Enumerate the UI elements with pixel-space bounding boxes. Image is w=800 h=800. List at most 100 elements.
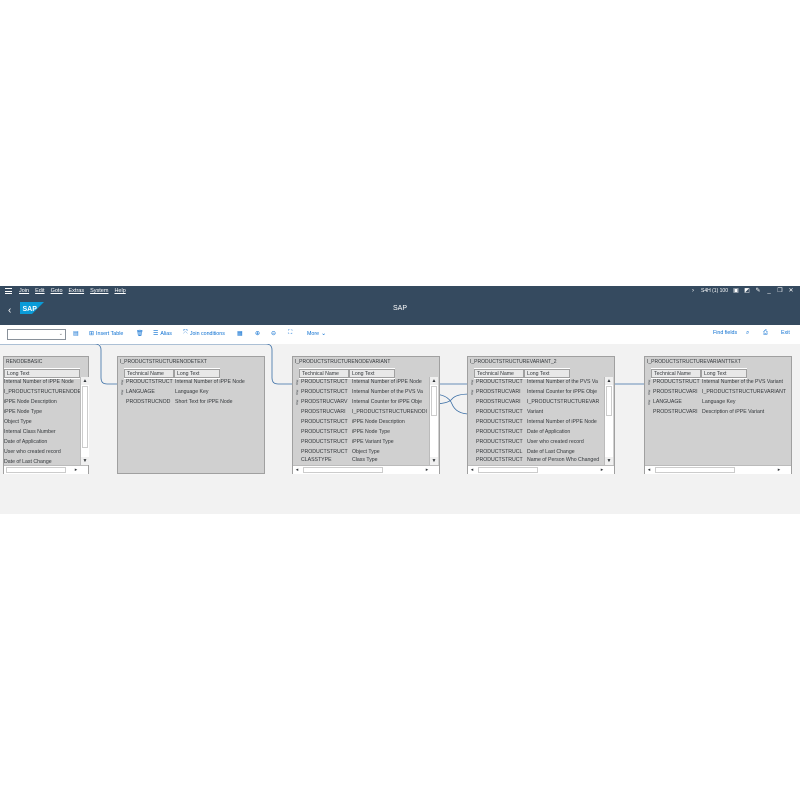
table-row[interactable]: PRODUCTSTRUCT User who created record (468, 437, 604, 447)
scroll-left-icon[interactable]: ◂ (645, 466, 653, 474)
vertical-scrollbar[interactable]: ▲ ▼ (429, 377, 438, 465)
table-row[interactable]: PRODSTRUCVARI Description of iPPE Variant (645, 407, 791, 417)
table-row[interactable]: Internal Class Number (4, 427, 80, 437)
table-box-nodebasic[interactable]: RENODEBASIC Long Text Internal Number of… (3, 356, 89, 474)
alias-button[interactable]: ☰ Alias (153, 330, 172, 338)
table-row[interactable]: PRODUCTSTRUCT iPPE Variant Type (293, 437, 429, 447)
maximize-icon[interactable]: ❐ (777, 288, 783, 294)
menu-help[interactable]: Help (114, 288, 125, 294)
horizontal-scrollbar[interactable]: ◂ ▸ (468, 465, 614, 474)
scroll-right-icon[interactable]: ▸ (598, 466, 606, 474)
insert-table-button[interactable]: ⊞ Insert Table (89, 330, 123, 338)
fit-button[interactable]: ⛶ (288, 330, 292, 337)
close-icon[interactable]: ✕ (788, 288, 794, 294)
table-row[interactable]: Internal Number of iPPE Node (4, 377, 80, 387)
find-fields-button[interactable]: Find fields (713, 330, 737, 336)
scroll-up-icon[interactable]: ▲ (605, 377, 613, 385)
table-row[interactable]: User who created record (4, 447, 80, 457)
table-row[interactable]: ⚷ PRODSTRUCVARI I_PRODUCTSTRUCTUREVARIANT (645, 387, 791, 397)
table-row[interactable]: ⚷ PRODSTRUCVARI Internal Counter for iPPE … (468, 387, 604, 397)
table-row[interactable]: I_PRODUCTSTRUCTURENODE (4, 387, 80, 397)
scroll-up-icon[interactable]: ▲ (430, 377, 438, 385)
vertical-scrollbar[interactable]: ▲ ▼ (604, 377, 613, 465)
scroll-down-icon[interactable]: ▼ (81, 457, 89, 465)
edit-icon[interactable]: ✎ (755, 288, 761, 294)
table-row[interactable]: PRODUCTSTRUCT Date of Application (468, 427, 604, 437)
table-row[interactable]: PRODUCTSTRUCT iPPE Node Type (293, 427, 429, 437)
horizontal-scrollbar[interactable]: ▸ (4, 465, 88, 474)
menu-system[interactable]: System (90, 288, 108, 294)
table-row[interactable]: ⚷ PRODUCTSTRUCT Internal Number of iPPE No… (293, 377, 429, 387)
scroll-thumb[interactable] (655, 467, 735, 473)
table-row[interactable]: ⚷ PRODUCTSTRUCT Internal Number of the PVS… (645, 377, 791, 387)
table-row[interactable]: PRODUCTSTRUCT Variant (468, 407, 604, 417)
delete-button[interactable]: 🗑 (136, 330, 144, 337)
customize-icon[interactable]: ◩ (744, 288, 750, 294)
table-row[interactable]: Date of Application (4, 437, 80, 447)
scroll-left-icon[interactable]: ◂ (293, 466, 301, 474)
layout-button[interactable]: ▦ (237, 330, 243, 337)
minimize-icon[interactable]: _ (766, 288, 772, 294)
zoom-out-button[interactable]: ⊖ (271, 330, 276, 337)
scroll-right-icon[interactable]: ▸ (423, 466, 431, 474)
table-row[interactable]: PRODUCTSTRUCT Name of Person Who Changed (468, 457, 604, 463)
clipboard-button[interactable]: ▤ (73, 330, 79, 337)
scroll-thumb[interactable] (478, 467, 538, 473)
join-canvas[interactable]: RENODEBASIC Long Text Internal Number of… (0, 344, 800, 514)
join-conditions-button[interactable]: ⤧ Join conditions (183, 330, 225, 337)
menu-edit[interactable]: Edit (35, 288, 44, 294)
scroll-up-icon[interactable]: ▲ (81, 377, 89, 385)
chevron-down-icon[interactable]: ⌄ (59, 331, 63, 337)
table-row[interactable]: PRODSTRUCNOD Short Text for iPPE Node (118, 397, 264, 407)
menu-join[interactable]: Join (19, 288, 29, 294)
print-button[interactable]: ⎙ (763, 330, 768, 337)
scroll-down-icon[interactable]: ▼ (605, 457, 613, 465)
scroll-thumb[interactable] (606, 386, 612, 416)
table-row[interactable]: CLASSTYPE Class Type (293, 457, 429, 463)
layout-icon[interactable]: ▣ (733, 288, 739, 294)
menu-goto[interactable]: Goto (51, 288, 63, 294)
table-row[interactable]: ⚷ PRODUCTSTRUCT Internal Number of the PVS… (468, 377, 604, 387)
menu-extras[interactable]: Extras (69, 288, 85, 294)
scroll-left-icon[interactable]: ◂ (468, 466, 476, 474)
scroll-thumb[interactable] (431, 386, 437, 416)
scroll-thumb[interactable] (303, 467, 383, 473)
search-button[interactable]: ⌕ (746, 330, 749, 337)
field-technical-name: LANGUAGE (126, 389, 155, 395)
table-row[interactable]: ⚷ PRODSTRUCVARV Internal Counter for iPPE … (293, 397, 429, 407)
scroll-down-icon[interactable]: ▼ (430, 457, 438, 465)
table-row[interactable]: ⚷ LANGUAGE Language Key (645, 397, 791, 407)
table-row[interactable]: PRODUCTSTRUCT iPPE Node Description (293, 417, 429, 427)
horizontal-scrollbar[interactable]: ◂ ▸ (293, 465, 439, 474)
table-row[interactable]: iPPE Node Description (4, 397, 80, 407)
horizontal-scrollbar[interactable]: ◂ ▸ (645, 465, 791, 474)
command-field[interactable]: ⌄ (7, 329, 66, 340)
more-button[interactable]: More ⌄ (307, 330, 326, 338)
table-box-productstructurevariant[interactable]: I_PRODUCTSTRUCTUREVARIANT_2 Technical Na… (467, 356, 615, 474)
exit-button[interactable]: Exit (781, 330, 790, 336)
scroll-right-icon[interactable]: ▸ (72, 466, 80, 474)
menu-hamburger-icon[interactable] (5, 288, 12, 294)
table-row[interactable]: iPPE Node Type (4, 407, 80, 417)
zoom-in-button[interactable]: ⊕ (255, 330, 260, 337)
table-row[interactable]: ⚷ PRODUCTSTRUCT Internal Number of iPPE No… (118, 377, 264, 387)
table-row[interactable]: PRODSTRUCVARI I_PRODUCTSTRUCTURENODI (293, 407, 429, 417)
zoom-out-icon: ⊖ (271, 331, 277, 337)
table-box-variant-text[interactable]: I_PRODUCTSTRUCTUREVARIANTTEXT Technical … (644, 356, 792, 474)
scroll-thumb[interactable] (82, 386, 88, 448)
table-box-nodevariant[interactable]: I_PRODUCTSTRUCTURENODEVARIANT Technical … (292, 356, 440, 474)
chevron-right-icon[interactable]: › (690, 288, 696, 294)
table-row[interactable]: ⚷ PRODUCTSTRUCT Internal Number of the PVS… (293, 387, 429, 397)
scroll-thumb[interactable] (6, 467, 66, 473)
clipboard-icon: ▤ (73, 331, 79, 337)
table-row[interactable]: Object Type (4, 417, 80, 427)
table-row[interactable]: PRODUCTSTRUCT Object Type (293, 447, 429, 457)
table-row[interactable]: ⚷ LANGUAGE Language Key (118, 387, 264, 397)
field-long-text: I_PRODUCTSTRUCTURENODE (4, 389, 80, 395)
table-row[interactable]: PRODSTRUCVARI I_PRODUCTSTRUCTUREVAR (468, 397, 604, 407)
table-row[interactable]: PRODUCTSTRUCT Internal Number of iPPE Nod… (468, 417, 604, 427)
table-row[interactable]: PRODUCTSTRUCL Date of Last Change (468, 447, 604, 457)
scroll-right-icon[interactable]: ▸ (775, 466, 783, 474)
vertical-scrollbar[interactable]: ▲ ▼ (80, 377, 89, 465)
table-box-nodetext[interactable]: I_PRODUCTSTRUCTURENODETEXT Technical Nam… (117, 356, 265, 474)
